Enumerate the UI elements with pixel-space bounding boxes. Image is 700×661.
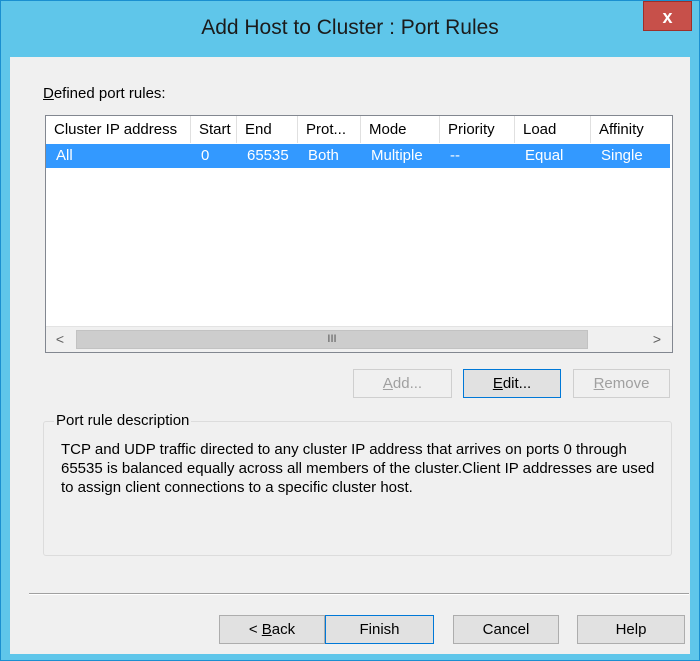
cell-load: Equal bbox=[525, 147, 564, 164]
scroll-right-arrow-icon[interactable]: > bbox=[643, 327, 671, 352]
column-header-cluster-ip[interactable]: Cluster IP address bbox=[46, 116, 191, 143]
cancel-button[interactable]: Cancel bbox=[453, 615, 559, 644]
defined-label-text: efined port rules: bbox=[53, 85, 166, 102]
cell-priority: -- bbox=[450, 147, 460, 164]
cell-end: 65535 bbox=[247, 147, 289, 164]
close-button[interactable]: x bbox=[643, 1, 692, 31]
group-label: Port rule description bbox=[54, 412, 192, 429]
edit-accelerator: E bbox=[492, 375, 503, 392]
scroll-left-arrow-icon[interactable]: < bbox=[46, 327, 74, 352]
footer-separator bbox=[29, 593, 689, 595]
listview-header: Cluster IP address Start End Prot... Mod… bbox=[46, 116, 672, 143]
column-header-start[interactable]: Start bbox=[191, 116, 237, 143]
cell-affinity: Single bbox=[601, 147, 643, 164]
port-rule-description-text: TCP and UDP traffic directed to any clus… bbox=[61, 441, 655, 496]
back-button[interactable]: < Back bbox=[219, 615, 325, 644]
port-rule-description-group: Port rule description TCP and UDP traffi… bbox=[43, 412, 672, 556]
finish-button[interactable]: Finish bbox=[325, 615, 434, 644]
table-row[interactable]: All 0 65535 Both Multiple -- Equal Singl… bbox=[46, 144, 670, 168]
scrollbar-thumb[interactable]: III bbox=[76, 330, 588, 349]
remove-button[interactable]: Remove bbox=[573, 369, 670, 398]
back-prefix: < bbox=[248, 621, 262, 638]
port-rules-listview[interactable]: Cluster IP address Start End Prot... Mod… bbox=[45, 115, 673, 353]
defined-port-rules-label: Defined port rules: bbox=[43, 85, 166, 102]
add-accelerator: A bbox=[382, 375, 393, 392]
cell-protocol: Both bbox=[308, 147, 339, 164]
dialog-client-area: Defined port rules: Cluster IP address S… bbox=[10, 57, 690, 654]
column-header-load[interactable]: Load bbox=[515, 116, 591, 143]
dialog-window: Add Host to Cluster : Port Rules x Defin… bbox=[0, 0, 700, 661]
scrollbar-grip-icon: III bbox=[327, 333, 337, 345]
window-title: Add Host to Cluster : Port Rules bbox=[201, 16, 499, 39]
back-accelerator: B bbox=[261, 621, 272, 638]
edit-label: dit... bbox=[502, 375, 532, 392]
cell-cluster-ip: All bbox=[56, 147, 73, 164]
add-label: dd... bbox=[392, 375, 423, 392]
column-header-mode[interactable]: Mode bbox=[361, 116, 440, 143]
title-bar[interactable]: Add Host to Cluster : Port Rules x bbox=[1, 1, 699, 57]
column-header-end[interactable]: End bbox=[237, 116, 298, 143]
add-button[interactable]: Add... bbox=[353, 369, 452, 398]
cell-mode: Multiple bbox=[371, 147, 423, 164]
remove-label: emove bbox=[604, 375, 650, 392]
remove-accelerator: R bbox=[593, 375, 605, 392]
defined-label-accelerator: D bbox=[43, 85, 54, 102]
help-button[interactable]: Help bbox=[577, 615, 685, 644]
edit-button[interactable]: Edit... bbox=[463, 369, 561, 398]
horizontal-scrollbar[interactable]: < III > bbox=[46, 326, 672, 352]
back-label: ack bbox=[271, 621, 296, 638]
column-header-protocol[interactable]: Prot... bbox=[298, 116, 361, 143]
cell-start: 0 bbox=[201, 147, 210, 164]
column-header-affinity[interactable]: Affinity bbox=[591, 116, 672, 143]
column-header-priority[interactable]: Priority bbox=[440, 116, 515, 143]
